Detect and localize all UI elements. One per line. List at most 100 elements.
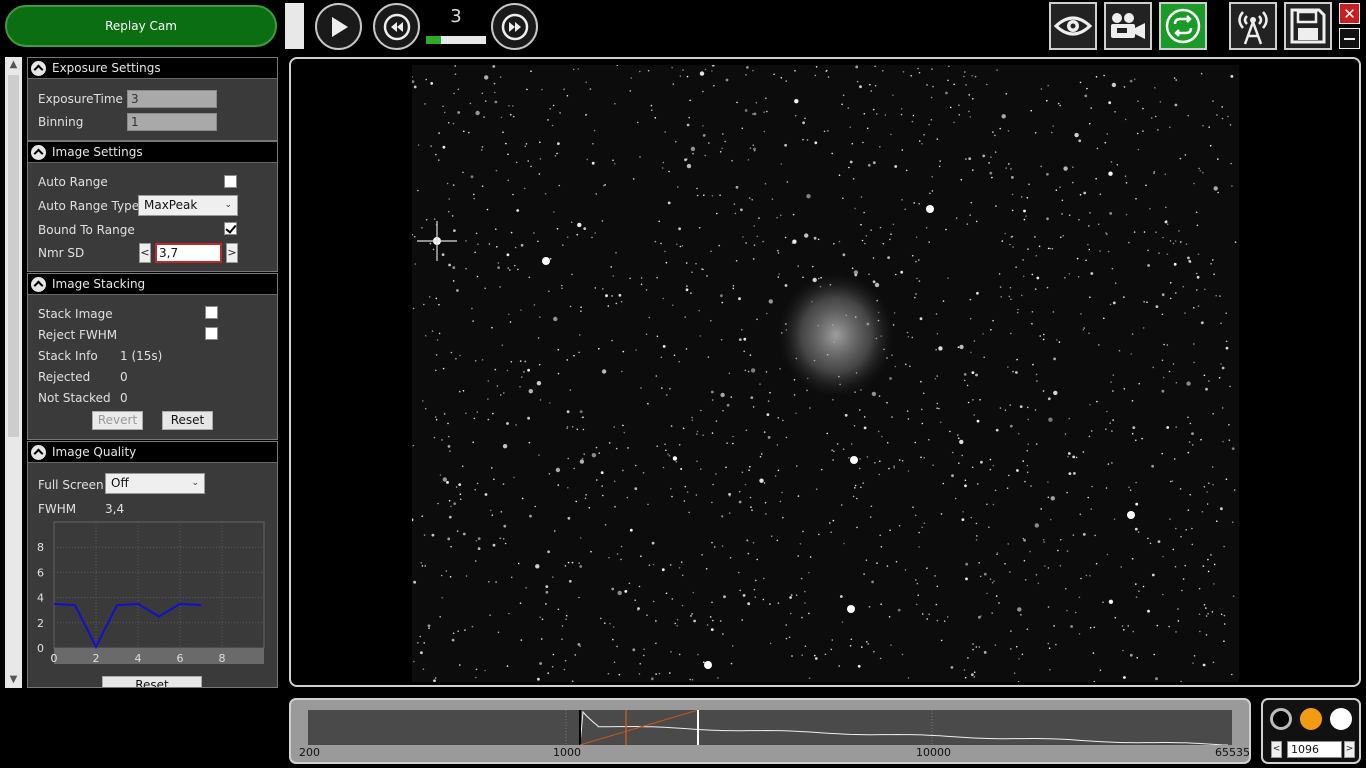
fwhm-chart: 024680246802468 — [37, 521, 265, 665]
rewind-button[interactable] — [373, 3, 420, 50]
transfer-curve — [579, 710, 699, 745]
minimize-icon — [1344, 37, 1355, 40]
exposure-time-label: ExposureTime — [38, 92, 123, 106]
auto-range-type-label: Auto Range Type — [38, 199, 140, 213]
close-button[interactable]: ✕ — [1339, 3, 1360, 24]
fwhm-value: 3,4 — [105, 502, 125, 516]
chart-y-tick-label: 0 — [37, 642, 44, 655]
histogram-tick-label: 200 — [299, 746, 320, 759]
binning-field[interactable]: 1 — [127, 113, 217, 131]
image-viewport[interactable] — [289, 57, 1361, 687]
collapse-chevron-icon[interactable] — [31, 60, 46, 76]
chart-x-tick-label: 0 — [51, 652, 58, 665]
save-button[interactable] — [1284, 2, 1332, 50]
chevron-down-icon: ⌄ — [224, 200, 232, 210]
nmr-sd-increment-button[interactable]: > — [226, 243, 238, 263]
exposure-settings-header[interactable]: Exposure Settings — [28, 58, 277, 79]
save-icon — [1290, 8, 1326, 44]
auto-range-type-value: MaxPeak — [144, 198, 198, 212]
revert-button[interactable]: Revert — [92, 411, 143, 430]
section-title: Image Stacking — [52, 277, 146, 291]
histogram-tick-label: 65535 — [1215, 746, 1250, 759]
black-color-swatch[interactable] — [1270, 708, 1292, 730]
camera-icon — [1111, 13, 1145, 39]
image-stacking-section: Image Stacking Stack Image Reject FWHM S… — [27, 273, 278, 440]
not-stacked-label: Not Stacked — [38, 391, 111, 405]
stack-image-checkbox[interactable] — [205, 306, 218, 319]
nmr-sd-decrement-button[interactable]: < — [139, 243, 151, 263]
histogram-panel[interactable]: 200 1000 10000 65535 — [289, 698, 1251, 764]
color-value-increment-button[interactable]: > — [1344, 741, 1355, 758]
chart-x-tick-label: 2 — [93, 652, 100, 665]
chart-plot-area — [53, 521, 265, 649]
stack-image-label: Stack Image — [38, 307, 113, 321]
reject-fwhm-checkbox[interactable] — [205, 327, 218, 340]
scroll-down-icon[interactable]: ▼ — [5, 672, 22, 688]
chart-x-tick-label: 4 — [135, 652, 142, 665]
play-button[interactable] — [315, 3, 362, 50]
stack-info-label: Stack Info — [38, 349, 98, 363]
section-title: Image Settings — [52, 145, 143, 159]
chart-x-tick-label: 6 — [177, 652, 184, 665]
color-value-decrement-button[interactable]: < — [1271, 741, 1282, 758]
replay-cam-button[interactable]: Replay Cam — [5, 5, 277, 47]
left-panel-scrollbar[interactable]: ▲ ▼ — [5, 57, 22, 688]
rejected-label: Rejected — [38, 370, 91, 384]
histogram-curve — [579, 710, 1229, 745]
full-screen-value: Off — [111, 476, 129, 490]
auto-range-checkbox[interactable] — [224, 175, 237, 188]
eye-icon — [1053, 16, 1093, 36]
sky-image — [412, 65, 1239, 682]
broadcast-button[interactable] — [1229, 2, 1277, 50]
frame-progress-bar — [426, 36, 486, 44]
orange-color-swatch[interactable] — [1300, 708, 1322, 730]
image-quality-header[interactable]: Image Quality — [28, 442, 277, 463]
bound-to-range-label: Bound To Range — [38, 223, 135, 237]
image-stacking-header[interactable]: Image Stacking — [28, 274, 277, 295]
scrollbar-thumb[interactable] — [8, 75, 19, 437]
collapse-chevron-icon[interactable] — [31, 276, 46, 292]
histogram-plot[interactable] — [308, 710, 1232, 745]
color-panel: < 1096 > — [1261, 698, 1361, 764]
image-settings-section: Image Settings Auto Range Auto Range Typ… — [27, 141, 278, 272]
fwhm-label: FWHM — [38, 502, 77, 516]
binning-label: Binning — [38, 115, 84, 129]
chevron-down-icon: ⌄ — [191, 478, 199, 488]
collapse-chevron-icon[interactable] — [31, 444, 46, 460]
white-color-swatch[interactable] — [1330, 708, 1352, 730]
bound-to-range-checkbox[interactable] — [224, 222, 237, 235]
stacking-reset-button[interactable]: Reset — [162, 411, 213, 430]
chart-x-tick-label: 8 — [219, 652, 226, 665]
exposure-time-field[interactable]: 3 — [127, 90, 217, 108]
loop-button[interactable] — [1159, 2, 1207, 50]
image-settings-header[interactable]: Image Settings — [28, 142, 277, 163]
chart-y-tick-label: 2 — [37, 617, 44, 630]
scroll-up-icon[interactable]: ▲ — [5, 57, 22, 73]
rejected-value: 0 — [120, 370, 128, 384]
minimize-button[interactable] — [1339, 28, 1360, 49]
chart-y-tick-label: 8 — [37, 541, 44, 554]
stack-info-value: 1 (15s) — [120, 349, 163, 363]
play-icon — [331, 16, 348, 37]
image-quality-section: Image Quality Full Screen Off ⌄ FWHM 3,4… — [27, 441, 278, 688]
full-screen-label: Full Screen — [38, 478, 104, 492]
frame-number: 3 — [450, 6, 462, 27]
collapse-chevron-icon[interactable] — [31, 144, 46, 160]
chart-x-axis-band — [54, 648, 264, 664]
nmr-sd-input[interactable]: 3,7 — [155, 243, 222, 263]
view-button[interactable] — [1049, 2, 1097, 50]
nmr-sd-label: Nmr SD — [38, 246, 85, 260]
histogram-tick-label: 1000 — [553, 746, 581, 759]
exposure-settings-section: Exposure Settings ExposureTime 3 Binning… — [27, 57, 278, 141]
drag-handle[interactable] — [285, 3, 304, 49]
color-value-input[interactable]: 1096 — [1287, 741, 1342, 758]
fast-forward-button[interactable] — [491, 3, 538, 50]
loop-icon — [1165, 8, 1201, 44]
auto-range-type-select[interactable]: MaxPeak ⌄ — [138, 195, 238, 216]
full-screen-select[interactable]: Off ⌄ — [105, 473, 205, 494]
quality-reset-button[interactable]: Reset — [102, 676, 202, 687]
camera-button[interactable] — [1104, 2, 1152, 50]
chart-y-tick-label: 6 — [37, 566, 44, 579]
not-stacked-value: 0 — [120, 391, 128, 405]
broadcast-icon — [1238, 11, 1268, 45]
